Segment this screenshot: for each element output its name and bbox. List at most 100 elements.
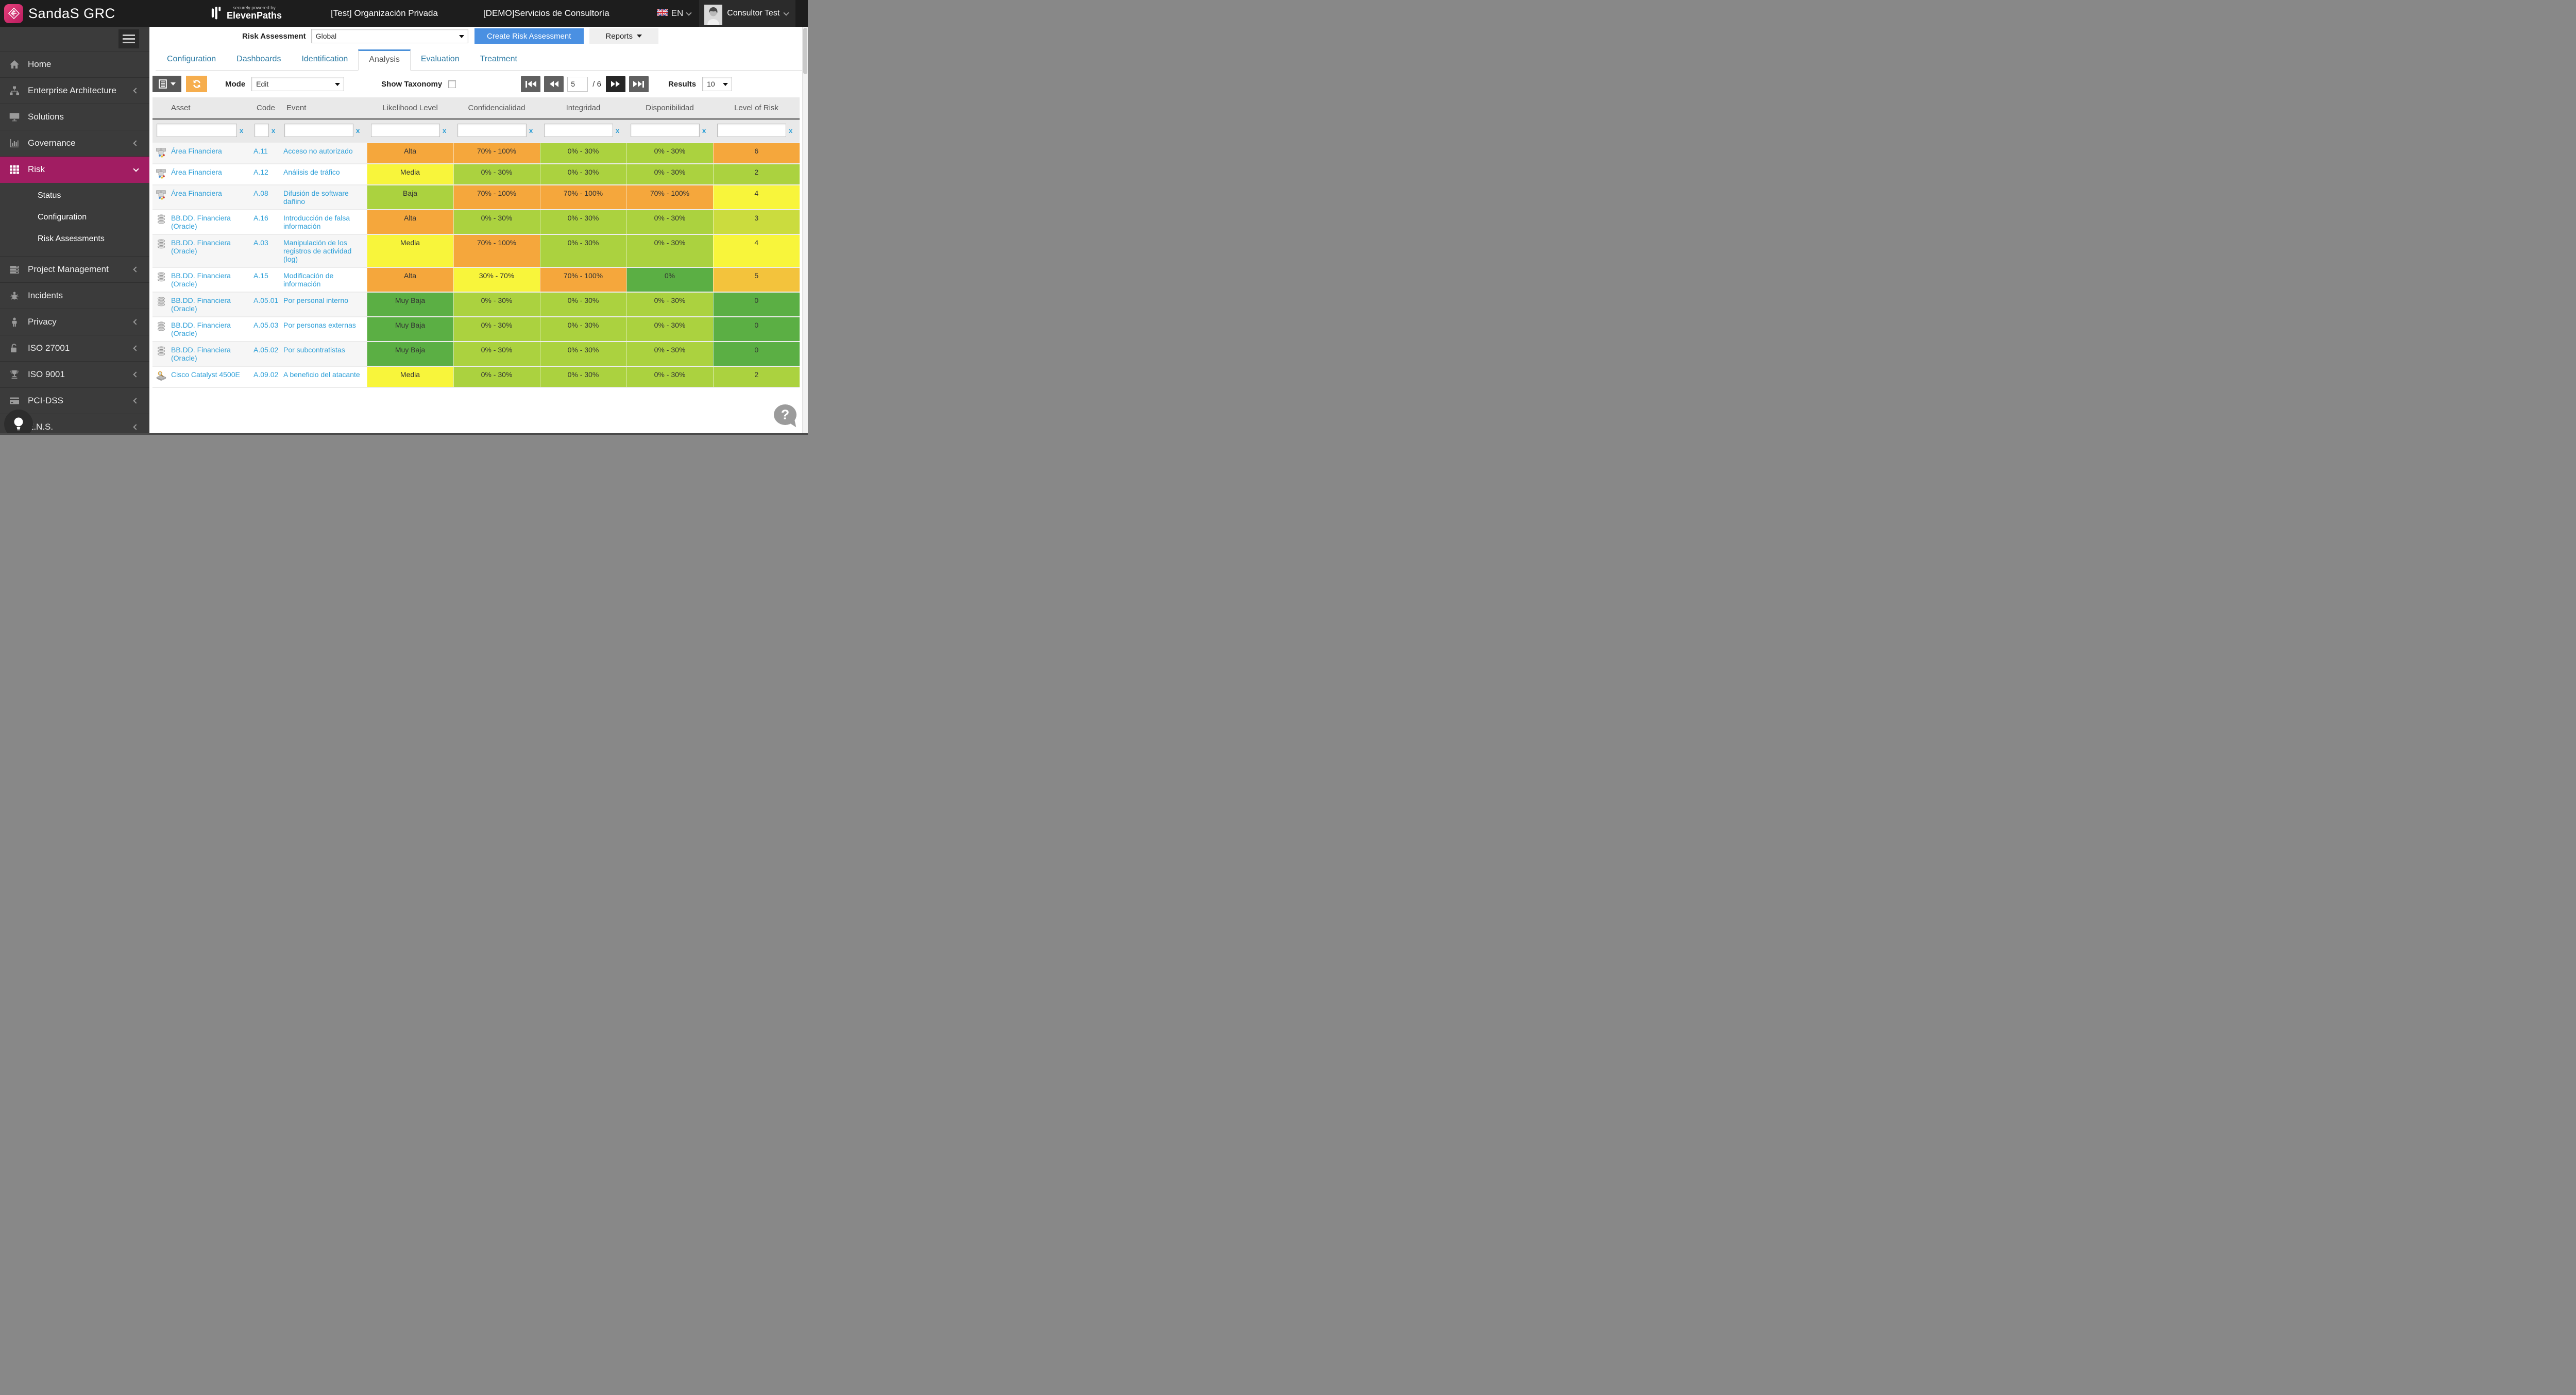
last-page-button[interactable] <box>629 76 649 92</box>
show-taxonomy-checkbox[interactable] <box>448 80 456 88</box>
disponibilidad-cell[interactable]: 0% - 30% <box>626 317 713 342</box>
likelihood-cell[interactable]: Muy Baja <box>367 292 453 317</box>
integridad-cell[interactable]: 0% - 30% <box>540 210 626 234</box>
column-header-event[interactable]: Event <box>280 97 367 119</box>
likelihood-cell[interactable]: Media <box>367 366 453 387</box>
sidebar-item-governance[interactable]: Governance <box>0 130 149 157</box>
likelihood-cell[interactable]: Alta <box>367 210 453 234</box>
code-link[interactable]: A.11 <box>253 147 268 155</box>
menu-toggle-button[interactable] <box>118 29 139 48</box>
tab-treatment[interactable]: Treatment <box>470 49 528 71</box>
sidebar-item-project-management[interactable]: Project Management <box>0 257 149 283</box>
disponibilidad-cell[interactable]: 0% - 30% <box>626 366 713 387</box>
filter-clear-button[interactable]: x <box>789 127 792 134</box>
integridad-cell[interactable]: 0% - 30% <box>540 366 626 387</box>
sidebar-subitem-status[interactable]: Status <box>0 185 149 207</box>
integridad-cell[interactable]: 0% - 30% <box>540 317 626 342</box>
integridad-cell[interactable]: 70% - 100% <box>540 185 626 210</box>
create-risk-assessment-button[interactable]: Create Risk Assessment <box>474 28 584 44</box>
filter-clear-button[interactable]: x <box>529 127 533 134</box>
integridad-cell[interactable]: 0% - 30% <box>540 292 626 317</box>
column-header-integridad[interactable]: Integridad <box>540 97 626 119</box>
confidencialidad-cell[interactable]: 70% - 100% <box>453 234 540 267</box>
page-number-input[interactable] <box>567 77 588 92</box>
sidebar-item-solutions[interactable]: Solutions <box>0 104 149 130</box>
disponibilidad-cell[interactable]: 0% - 30% <box>626 234 713 267</box>
likelihood-cell[interactable]: Alta <box>367 143 453 164</box>
help-button[interactable]: ? <box>774 404 796 425</box>
column-header-disponibilidad[interactable]: Disponibilidad <box>626 97 713 119</box>
disponibilidad-cell[interactable]: 0% - 30% <box>626 292 713 317</box>
disponibilidad-cell[interactable]: 0% - 30% <box>626 210 713 234</box>
next-page-button[interactable] <box>606 76 625 92</box>
tab-dashboards[interactable]: Dashboards <box>226 49 291 71</box>
event-link[interactable]: Difusión de software dañino <box>283 189 349 206</box>
filter-clear-button[interactable]: x <box>356 127 360 134</box>
code-link[interactable]: A.09.02 <box>253 370 278 379</box>
asset-link[interactable]: BB.DD. Financiera (Oracle) <box>171 239 247 255</box>
filter-clear-button[interactable]: x <box>702 127 706 134</box>
confidencialidad-cell[interactable]: 0% - 30% <box>453 164 540 185</box>
filter-input-level-of-risk[interactable] <box>717 124 786 137</box>
asset-link[interactable]: BB.DD. Financiera (Oracle) <box>171 271 247 288</box>
asset-link[interactable]: Cisco Catalyst 4500E <box>171 370 240 383</box>
level-of-risk-cell[interactable]: 2 <box>713 366 800 387</box>
filter-clear-button[interactable]: x <box>616 127 619 134</box>
sidebar-item-incidents[interactable]: Incidents <box>0 283 149 309</box>
user-menu[interactable]: Consultor Test <box>699 0 795 27</box>
confidencialidad-cell[interactable]: 0% - 30% <box>453 210 540 234</box>
event-link[interactable]: Por personal interno <box>283 296 348 304</box>
event-link[interactable]: A beneficio del atacante <box>283 370 360 379</box>
asset-link[interactable]: Área Financiera <box>171 189 222 202</box>
mode-select[interactable]: Edit <box>251 77 344 91</box>
confidencialidad-cell[interactable]: 0% - 30% <box>453 317 540 342</box>
tab-configuration[interactable]: Configuration <box>157 49 226 71</box>
column-header-asset[interactable]: Asset <box>152 97 250 119</box>
disponibilidad-cell[interactable]: 70% - 100% <box>626 185 713 210</box>
asset-link[interactable]: Área Financiera <box>171 168 222 181</box>
event-link[interactable]: Modificación de información <box>283 271 333 288</box>
level-of-risk-cell[interactable]: 4 <box>713 185 800 210</box>
asset-link[interactable]: BB.DD. Financiera (Oracle) <box>171 296 247 313</box>
sidebar-subitem-risk-assessments[interactable]: Risk Assessments <box>0 228 149 250</box>
confidencialidad-cell[interactable]: 0% - 30% <box>453 342 540 366</box>
event-link[interactable]: Acceso no autorizado <box>283 147 353 155</box>
vertical-scrollbar[interactable] <box>802 27 808 433</box>
sidebar-item-privacy[interactable]: Privacy <box>0 309 149 335</box>
filter-clear-button[interactable]: x <box>272 127 275 134</box>
level-of-risk-cell[interactable]: 5 <box>713 267 800 292</box>
results-per-page-select[interactable]: 10 <box>702 77 732 91</box>
asset-link[interactable]: BB.DD. Financiera (Oracle) <box>171 214 247 230</box>
integridad-cell[interactable]: 0% - 30% <box>540 164 626 185</box>
code-link[interactable]: A.16 <box>253 214 268 222</box>
level-of-risk-cell[interactable]: 0 <box>713 317 800 342</box>
filter-input-event[interactable] <box>284 124 353 137</box>
filter-clear-button[interactable]: x <box>240 127 243 134</box>
disponibilidad-cell[interactable]: 0% - 30% <box>626 342 713 366</box>
likelihood-cell[interactable]: Baja <box>367 185 453 210</box>
level-of-risk-cell[interactable]: 3 <box>713 210 800 234</box>
disponibilidad-cell[interactable]: 0% - 30% <box>626 143 713 164</box>
filter-input-integridad[interactable] <box>544 124 613 137</box>
reports-button[interactable]: Reports <box>589 28 658 44</box>
confidencialidad-cell[interactable]: 0% - 30% <box>453 366 540 387</box>
asset-link[interactable]: BB.DD. Financiera (Oracle) <box>171 346 247 362</box>
sidebar-item-risk[interactable]: Risk <box>0 157 149 183</box>
view-options-button[interactable] <box>152 76 181 92</box>
event-link[interactable]: Manipulación de los registros de activid… <box>283 239 351 263</box>
assessment-select[interactable]: Global <box>311 29 468 43</box>
likelihood-cell[interactable]: Muy Baja <box>367 342 453 366</box>
event-link[interactable]: Análisis de tráfico <box>283 168 340 176</box>
code-link[interactable]: A.03 <box>253 239 268 247</box>
likelihood-cell[interactable]: Media <box>367 164 453 185</box>
event-link[interactable]: Por personas externas <box>283 321 356 329</box>
confidencialidad-cell[interactable]: 0% - 30% <box>453 292 540 317</box>
asset-link[interactable]: Área Financiera <box>171 147 222 160</box>
integridad-cell[interactable]: 0% - 30% <box>540 143 626 164</box>
tab-evaluation[interactable]: Evaluation <box>411 49 470 71</box>
integridad-cell[interactable]: 0% - 30% <box>540 234 626 267</box>
integridad-cell[interactable]: 70% - 100% <box>540 267 626 292</box>
code-link[interactable]: A.05.01 <box>253 296 278 304</box>
previous-page-button[interactable] <box>544 76 564 92</box>
confidencialidad-cell[interactable]: 30% - 70% <box>453 267 540 292</box>
